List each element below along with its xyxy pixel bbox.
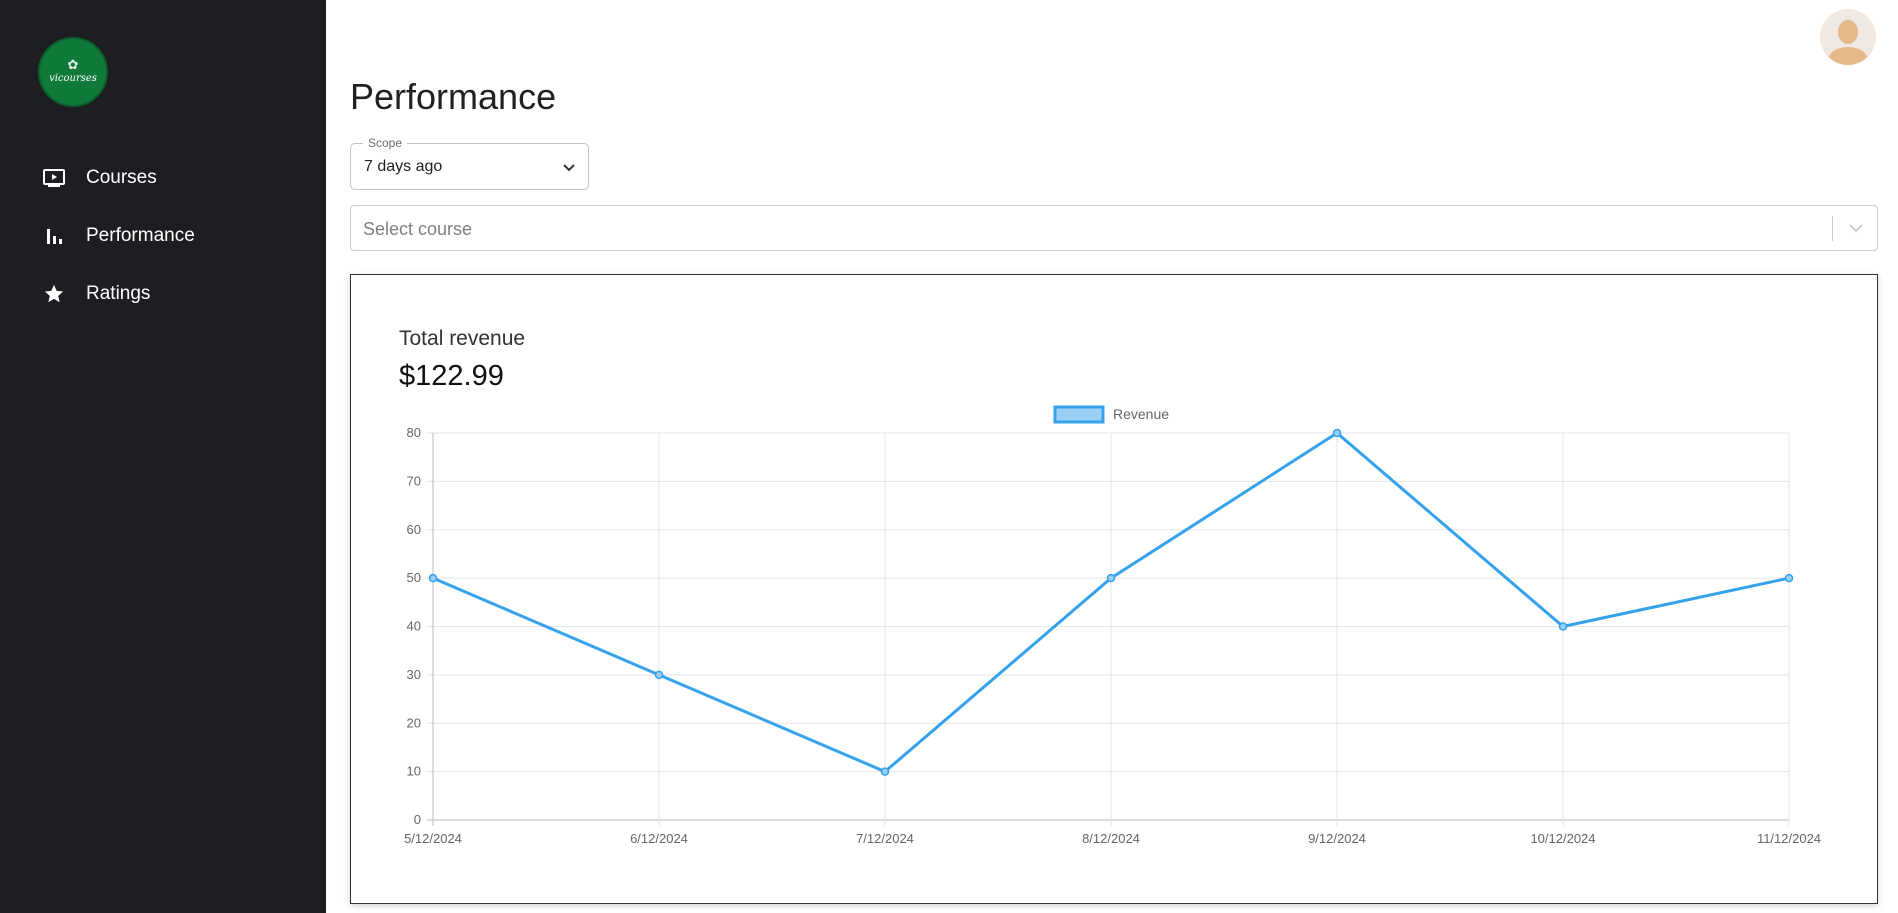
y-tick-label: 0 bbox=[414, 812, 421, 827]
sidebar-nav: Courses Performance Ratings bbox=[0, 149, 326, 323]
legend-swatch bbox=[1053, 405, 1105, 424]
video-play-icon bbox=[42, 166, 66, 190]
x-tick-label: 5/12/2024 bbox=[404, 831, 462, 846]
x-tick-label: 9/12/2024 bbox=[1308, 831, 1366, 846]
data-point bbox=[1332, 428, 1342, 438]
scope-select[interactable]: Scope 7 days ago bbox=[350, 136, 589, 190]
revenue-line-chart: 0 10 20 30 40 50 60 70 80 5/12/2024 6/12/2024 7/12/… bbox=[404, 405, 1821, 846]
y-tick-label: 10 bbox=[407, 764, 421, 779]
y-tick-label: 70 bbox=[407, 473, 421, 488]
data-point bbox=[428, 573, 438, 583]
bar-chart-icon bbox=[42, 224, 66, 248]
y-tick-label: 20 bbox=[407, 715, 421, 730]
x-tick-label: 11/12/2024 bbox=[1757, 831, 1821, 846]
y-tick-label: 80 bbox=[407, 425, 421, 440]
data-point bbox=[880, 767, 890, 776]
course-select-placeholder: Select course bbox=[363, 219, 473, 239]
select-divider bbox=[1832, 216, 1833, 241]
y-tick-label: 40 bbox=[407, 619, 421, 634]
sidebar-item-performance[interactable]: Performance bbox=[0, 207, 326, 265]
data-point bbox=[1106, 573, 1116, 583]
sidebar-item-label: Performance bbox=[86, 225, 195, 246]
y-tick-label: 60 bbox=[407, 522, 421, 537]
logo-mark-icon: ✿ bbox=[67, 57, 79, 72]
chevron-down-icon bbox=[1847, 219, 1865, 242]
page-title: Performance bbox=[350, 76, 557, 117]
x-tick-label: 8/12/2024 bbox=[1082, 831, 1140, 846]
y-tick-label: 50 bbox=[407, 570, 421, 585]
x-tick-label: 6/12/2024 bbox=[630, 831, 688, 846]
sidebar-item-courses[interactable]: Courses bbox=[0, 149, 326, 207]
x-tick-label: 7/12/2024 bbox=[856, 831, 914, 846]
user-avatar-icon[interactable] bbox=[1820, 9, 1876, 65]
sidebar-item-label: Courses bbox=[86, 167, 157, 188]
legend-label: Revenue bbox=[1113, 406, 1169, 422]
logo-text: vicourses bbox=[49, 73, 97, 84]
sidebar-item-label: Ratings bbox=[86, 283, 151, 304]
star-icon bbox=[42, 282, 66, 306]
data-point bbox=[1558, 622, 1568, 631]
x-tick-label: 10/12/2024 bbox=[1530, 831, 1595, 846]
revenue-card: Total revenue $122.99 0 10 20 30 40 50 60 70 80 5… bbox=[350, 274, 1878, 904]
data-point bbox=[1784, 573, 1794, 583]
y-tick-label: 30 bbox=[407, 667, 421, 682]
scope-value: 7 days ago bbox=[364, 158, 443, 175]
sidebar: ✿ vicourses Courses Performance Ratings bbox=[0, 0, 326, 913]
data-point bbox=[654, 670, 664, 680]
course-select[interactable]: Select course bbox=[350, 205, 1878, 251]
sidebar-item-ratings[interactable]: Ratings bbox=[0, 265, 326, 323]
chevron-down-icon bbox=[562, 160, 576, 178]
logo[interactable]: ✿ vicourses bbox=[38, 37, 108, 107]
scope-label: Scope bbox=[363, 136, 408, 150]
